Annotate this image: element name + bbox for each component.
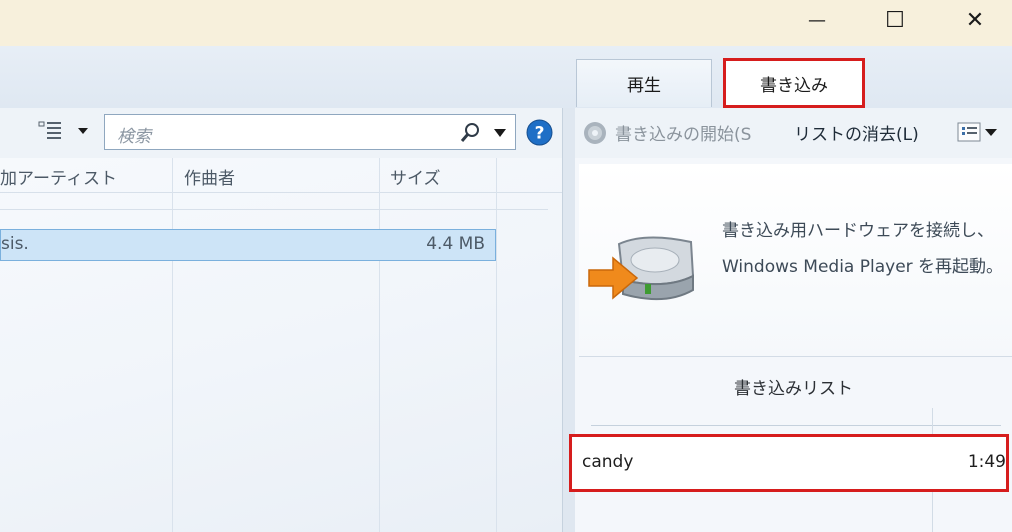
- search-placeholder: 検索: [117, 127, 151, 147]
- library-toolbar: 検索 ?: [0, 108, 562, 158]
- tab-play-label: 再生: [627, 76, 661, 96]
- close-icon: ✕: [965, 7, 985, 33]
- list-options-icon[interactable]: [957, 122, 1003, 144]
- column-header-composer[interactable]: 作曲者: [184, 164, 235, 189]
- column-header-row: 加アーティスト 作曲者 サイズ: [0, 158, 562, 193]
- burn-list-header-line: [591, 425, 1001, 426]
- minimize-icon: —: [808, 9, 826, 31]
- burn-item-name: candy: [582, 452, 634, 472]
- column-divider: [172, 158, 173, 532]
- burn-list-item[interactable]: candy 1:49: [569, 434, 1009, 492]
- help-icon[interactable]: ?: [526, 119, 553, 146]
- tab-strip: 再生 書き込み: [0, 46, 1012, 109]
- library-pane: 検索 ? 加アーティスト 作曲者 サイズ sis. 4.4 MB: [0, 108, 562, 532]
- start-burn-button[interactable]: 書き込みの開始(S: [581, 118, 771, 146]
- column-header-size[interactable]: サイズ: [390, 164, 441, 189]
- column-divider: [379, 158, 380, 532]
- view-options-icon: [38, 121, 88, 139]
- burn-info-line2: Windows Media Player を再起動。: [722, 257, 1004, 277]
- burn-info-box: 書き込み用ハードウェアを接続し、 Windows Media Player を再…: [579, 164, 1012, 356]
- burn-disc-icon: [584, 122, 606, 144]
- group-separator: [0, 209, 548, 210]
- search-icon[interactable]: [459, 122, 481, 144]
- search-dropdown-icon[interactable]: [493, 128, 507, 138]
- burn-list-title: 書き込みリスト: [734, 379, 853, 399]
- row-size: 4.4 MB: [426, 234, 485, 254]
- view-options-button[interactable]: [36, 118, 96, 144]
- drive-icon: [588, 236, 695, 301]
- tab-burn-label: 書き込み: [760, 75, 828, 96]
- table-row[interactable]: sis. 4.4 MB: [0, 229, 496, 261]
- start-burn-label: 書き込みの開始(S: [615, 125, 752, 145]
- column-divider: [496, 158, 497, 532]
- clear-list-button[interactable]: リストの消去(L): [794, 120, 919, 145]
- burn-item-duration: 1:49: [967, 452, 1006, 472]
- tab-play[interactable]: 再生: [576, 59, 712, 107]
- row-title: sis.: [1, 234, 29, 254]
- burn-info-line1: 書き込み用ハードウェアを接続し、: [722, 221, 994, 241]
- close-button[interactable]: ✕: [952, 0, 998, 40]
- minimize-button[interactable]: —: [794, 0, 840, 40]
- svg-text:?: ?: [535, 124, 545, 144]
- maximize-button[interactable]: ☐: [872, 0, 918, 40]
- tab-burn[interactable]: 書き込み: [723, 58, 865, 108]
- burn-toolbar: 書き込みの開始(S リストの消去(L): [575, 108, 1012, 158]
- maximize-icon: ☐: [885, 7, 905, 33]
- search-box[interactable]: 検索: [104, 114, 516, 150]
- separator: [579, 356, 1012, 357]
- title-bar: — ☐ ✕: [0, 0, 1012, 46]
- column-header-artist[interactable]: 加アーティスト: [0, 164, 117, 189]
